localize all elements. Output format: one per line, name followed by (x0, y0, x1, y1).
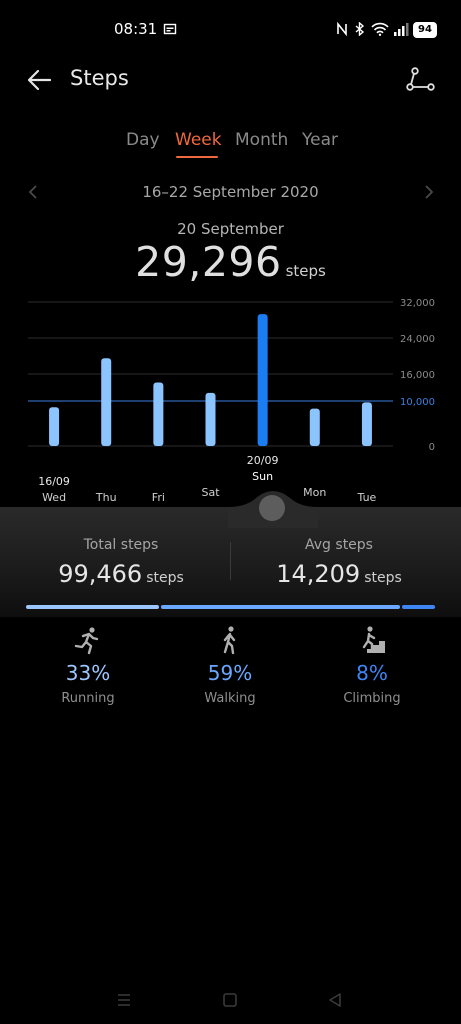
walking-percent: 59% (207, 661, 253, 685)
x-tick-label: Sat (201, 486, 220, 499)
avg-steps-label: Avg steps (305, 537, 373, 553)
running-percent: 33% (65, 661, 111, 685)
wifi-icon (371, 22, 389, 36)
climbing-percent: 8% (356, 661, 388, 685)
date-range-label: 16–22 September 2020 (142, 183, 319, 201)
calendar-icon (163, 23, 177, 35)
bluetooth-icon (355, 22, 365, 36)
chart-bar (257, 314, 268, 446)
running-share-bar (26, 605, 159, 609)
page-title: Steps (70, 66, 129, 90)
chart-bar (101, 358, 112, 446)
nfc-icon (337, 22, 347, 36)
selected-date: 20 September (177, 220, 284, 238)
selected-steps-value: 29,296 (135, 238, 282, 286)
walking-icon (223, 626, 236, 655)
stat-divider (230, 542, 231, 580)
avg-steps-unit: steps (364, 570, 402, 586)
weekly-steps-chart[interactable]: 0 10,000 16,000 24,000 32,000 Wed 16/09 Thu Fri S… (0, 290, 461, 515)
next-week-button[interactable] (422, 184, 436, 200)
x-tick-label: Tue (357, 491, 377, 504)
x-tick-label: Wed (42, 491, 66, 504)
total-steps-label: Total steps (83, 537, 159, 553)
chart-bar (205, 392, 216, 446)
status-time: 08:31 (114, 20, 158, 38)
y-tick-label: 16,000 (400, 370, 435, 381)
tab-day[interactable]: Day (126, 130, 160, 150)
chart-scrub-handle[interactable] (259, 495, 285, 521)
walking-share-bar (160, 605, 401, 609)
x-tick-label: Thu (95, 491, 117, 504)
y-tick-label: 24,000 (400, 334, 435, 345)
x-tick-label: Sun (252, 470, 273, 483)
x-date-label: 20/09 (247, 454, 279, 467)
breakdown-running: 33% Running (18, 625, 158, 706)
chart-bar (153, 382, 164, 446)
walking-label: Walking (204, 691, 256, 706)
battery-indicator: 94 (413, 22, 437, 38)
nav-menu-button[interactable] (116, 992, 132, 1008)
selected-steps-unit: steps (285, 262, 326, 280)
avg-steps-value: 14,209 steps (238, 560, 440, 588)
total-steps-unit: steps (146, 570, 184, 586)
breakdown-walking: 59% Walking (160, 625, 300, 706)
tab-month[interactable]: Month (235, 130, 288, 150)
nav-home-button[interactable] (222, 992, 238, 1008)
y-tick-label: 32,000 (400, 298, 435, 309)
active-tab-indicator (176, 156, 218, 158)
avg-steps-number: 14,209 (276, 560, 361, 588)
x-tick-label: Fri (152, 491, 165, 504)
y-tick-label: 10,000 (400, 397, 435, 408)
total-steps-value: 99,466 steps (20, 560, 222, 588)
x-date-label: 16/09 (38, 475, 70, 488)
breakdown-climbing: 8% Climbing (302, 625, 442, 706)
climbing-share-bar (402, 605, 435, 609)
running-icon (74, 627, 99, 655)
tab-week[interactable]: Week (175, 130, 222, 150)
chart-bar (361, 402, 372, 446)
signal-icon (394, 23, 409, 36)
climbing-icon (361, 626, 385, 653)
climbing-label: Climbing (343, 691, 401, 706)
running-label: Running (61, 691, 115, 706)
chart-bar (309, 408, 320, 446)
selected-steps: 29,296 steps (0, 238, 461, 286)
y-tick-label: 0 (429, 442, 435, 453)
tab-year[interactable]: Year (302, 130, 338, 150)
chart-bar (49, 407, 60, 446)
share-icon[interactable] (405, 66, 437, 94)
nav-back-button[interactable] (327, 992, 343, 1008)
back-button[interactable] (24, 64, 56, 96)
total-steps-number: 99,466 (58, 560, 143, 588)
